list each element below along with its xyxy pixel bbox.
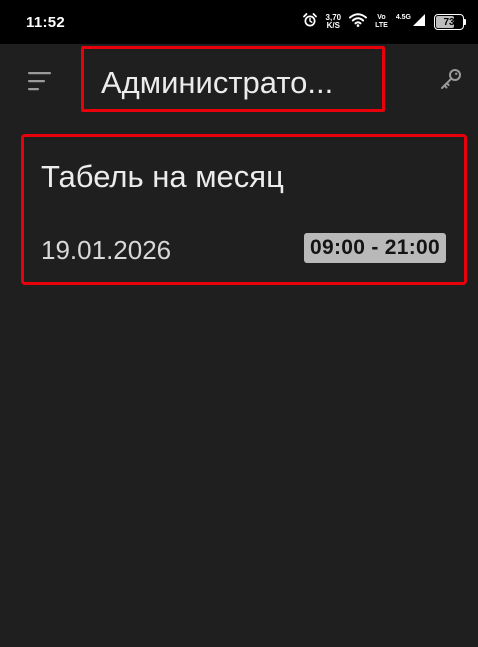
network-speed: 3,70 K/S bbox=[326, 14, 342, 30]
wifi-icon bbox=[349, 12, 368, 32]
volte-bottom: LTE bbox=[375, 22, 388, 29]
status-bar: 11:52 3,70 K/S Vo LTE 4.5G 73 bbox=[0, 0, 478, 44]
signal-icon bbox=[412, 13, 426, 32]
alarm-icon bbox=[302, 12, 318, 33]
status-icons: 3,70 K/S Vo LTE 4.5G 73 bbox=[302, 12, 466, 33]
menu-button[interactable] bbox=[26, 70, 54, 96]
volte-top: Vo bbox=[377, 14, 386, 21]
battery-level: 73 bbox=[443, 16, 455, 28]
app-bar: Администрато... bbox=[0, 44, 478, 120]
time-range-badge: 09:00 - 21:00 bbox=[304, 233, 446, 263]
battery-body: 73 bbox=[434, 14, 464, 30]
battery-icon: 73 bbox=[434, 14, 466, 30]
app-title: Администрато... bbox=[101, 65, 334, 100]
card-date: 19.01.2026 bbox=[41, 235, 172, 265]
signal-indicator: 4.5G bbox=[396, 13, 426, 32]
key-icon bbox=[439, 67, 463, 96]
menu-icon bbox=[27, 70, 53, 97]
app-title-container: Администрато... bbox=[81, 46, 385, 112]
status-time: 11:52 bbox=[26, 13, 66, 31]
network-speed-unit: K/S bbox=[326, 21, 340, 30]
battery-nub bbox=[464, 19, 466, 25]
volte-indicator: Vo LTE bbox=[375, 14, 388, 30]
key-button[interactable] bbox=[438, 68, 464, 94]
card-title: Табель на месяц bbox=[41, 159, 284, 194]
network-type: 4.5G bbox=[395, 13, 411, 21]
schedule-card[interactable]: Табель на месяц 19.01.2026 09:00 - 21:00 bbox=[21, 134, 467, 285]
